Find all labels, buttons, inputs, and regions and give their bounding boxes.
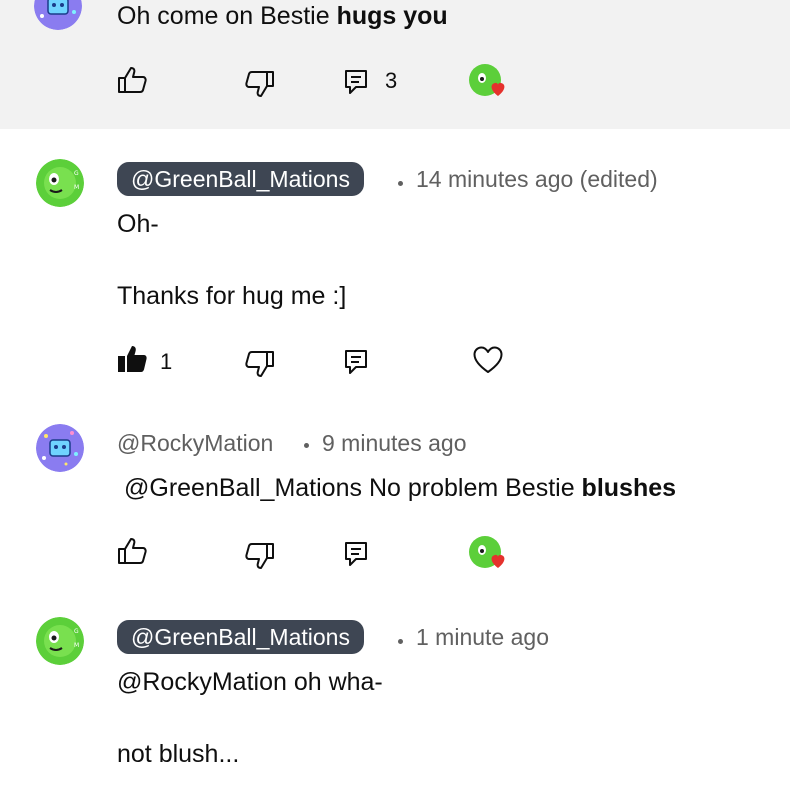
svg-text:G: G	[74, 628, 79, 635]
thumbs-up-filled-icon[interactable]	[117, 345, 147, 373]
thumbs-up-icon[interactable]	[117, 537, 147, 565]
author-handle[interactable]: @GreenBall_Mations	[117, 620, 364, 654]
svg-text:M: M	[74, 184, 79, 191]
avatar-rockymation[interactable]	[36, 424, 84, 472]
mention-link[interactable]: @GreenBall_Mations	[124, 474, 362, 502]
svg-text:G: G	[74, 170, 79, 177]
svg-text:M: M	[74, 642, 79, 649]
thumbs-down-icon[interactable]	[245, 350, 275, 378]
separator-dot	[398, 181, 403, 186]
comment-text-line: Oh-	[117, 210, 159, 238]
comment-text-line: Thanks for hug me :]	[117, 282, 347, 310]
comment-text-line: @RockyMation oh wha-	[117, 668, 383, 696]
like-count: 1	[160, 349, 173, 374]
comment-timestamp: 9 minutes ago	[322, 430, 467, 456]
comment-text: @GreenBall_Mations No problem Bestie blu…	[124, 474, 677, 502]
reply-count: 3	[385, 68, 398, 93]
reply-icon[interactable]	[344, 541, 368, 567]
reply-icon[interactable]	[344, 69, 368, 95]
author-handle[interactable]: @RockyMation	[117, 426, 273, 460]
comment-text: Oh come on Bestie hugs you	[117, 2, 448, 30]
reply-icon[interactable]	[344, 349, 368, 375]
separator-dot	[304, 443, 309, 448]
thumbs-down-icon[interactable]	[245, 70, 275, 98]
comment-text-line: not blush...	[117, 740, 240, 768]
author-handle[interactable]: @GreenBall_Mations	[117, 162, 364, 196]
creator-heart-icon	[469, 536, 511, 578]
comment-timestamp: 1 minute ago	[416, 624, 549, 650]
comment-timestamp: 14 minutes ago (edited)	[416, 166, 658, 192]
thumbs-up-icon[interactable]	[117, 66, 147, 94]
avatar-greenball-mations[interactable]: G M	[36, 159, 84, 207]
heart-icon[interactable]	[473, 346, 503, 374]
avatar-greenball-mations[interactable]: G M	[36, 617, 84, 665]
creator-heart-icon	[469, 64, 511, 106]
thumbs-down-icon[interactable]	[245, 542, 275, 570]
separator-dot	[398, 639, 403, 644]
